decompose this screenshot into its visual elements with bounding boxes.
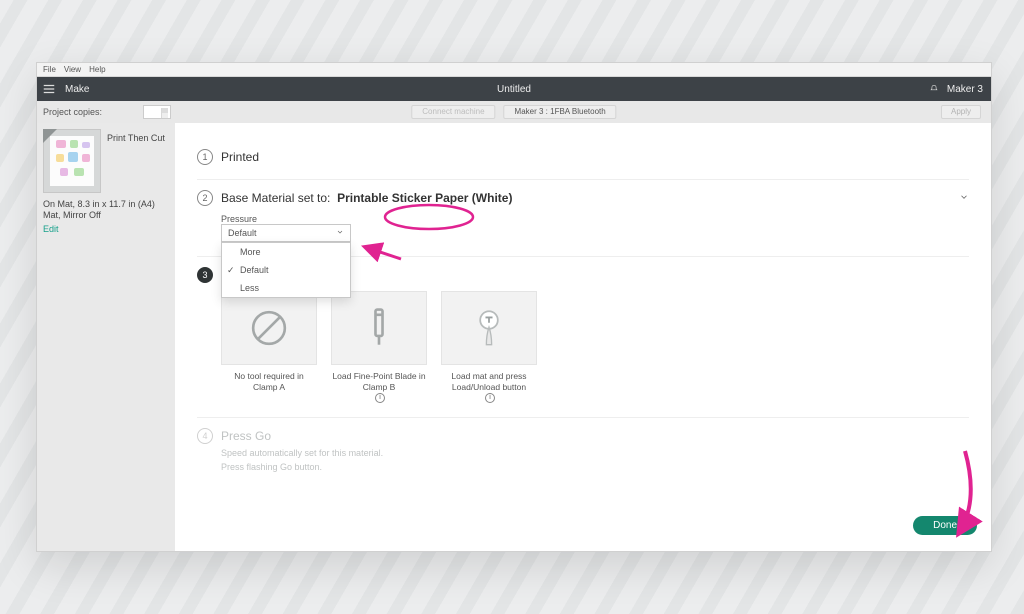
pressure-option-more[interactable]: More — [222, 243, 350, 261]
sub-header: Project copies: Apply Connect machine Ma… — [37, 101, 991, 123]
os-menubar: File View Help — [37, 63, 991, 77]
menu-file[interactable]: File — [43, 63, 56, 76]
pressure-option-less[interactable]: Less — [222, 279, 350, 297]
load-button-icon — [441, 291, 537, 365]
mat-meta: On Mat, 8.3 in x 11.7 in (A4) Mat, Mirro… — [43, 199, 169, 222]
app-body: Print Then Cut On Mat, 8.3 in x 11.7 in … — [37, 123, 991, 551]
step-4-sub2: Press flashing Go button. — [221, 462, 969, 472]
mode-label: Print Then Cut — [107, 133, 165, 193]
info-icon[interactable]: i — [375, 393, 385, 403]
step-4: 4 Press Go Speed automatically set for t… — [197, 418, 969, 486]
app-header: Make Untitled Maker 3 — [37, 77, 991, 101]
step-4-sub1: Speed automatically set for this materia… — [221, 448, 969, 458]
main-panel: 1 Printed 2 Base Material set to: Printa… — [175, 123, 991, 551]
tool-clamp-b: Load Fine-Point Blade in Clamp Bi — [331, 291, 427, 403]
step-2-title: Base Material set to: Printable Sticker … — [221, 191, 512, 205]
mat-preview — [43, 129, 101, 193]
tool-clamp-a: No tool required in Clamp A — [221, 291, 317, 403]
step-3-badge: 3 — [197, 267, 213, 283]
tool-load-mat-label: Load mat and press Load/Unload button — [441, 371, 537, 392]
pressure-dropdown: More ✓ Default Less — [221, 242, 351, 298]
machine-selector: Connect machine Maker 3 : 1FBA Bluetooth — [411, 105, 616, 119]
chevron-down-icon[interactable] — [959, 191, 969, 205]
pressure-option-default-label: Default — [240, 265, 269, 275]
project-copies-label: Project copies: — [37, 107, 102, 117]
pressure-label: Pressure — [221, 214, 969, 224]
tool-clamp-a-label: No tool required in Clamp A — [221, 371, 317, 392]
step-2-badge: 2 — [197, 190, 213, 206]
bell-icon[interactable] — [929, 84, 939, 94]
caret-down-icon — [336, 228, 344, 238]
mat-block[interactable]: Print Then Cut — [43, 129, 169, 193]
step-1-badge: 1 — [197, 149, 213, 165]
pressure-block: Pressure Default More ✓ Defa — [221, 214, 969, 242]
document-title: Untitled — [37, 84, 991, 95]
mat-edit-link[interactable]: Edit — [43, 224, 169, 234]
blade-icon — [331, 291, 427, 365]
app-window: File View Help Make Untitled Maker 3 Pro… — [36, 62, 992, 552]
tool-clamp-b-label: Load Fine-Point Blade in Clamp B — [331, 371, 427, 392]
step-2: 2 Base Material set to: Printable Sticke… — [197, 180, 969, 257]
apply-button[interactable]: Apply — [941, 105, 981, 119]
header-device-label[interactable]: Maker 3 — [947, 84, 983, 95]
step-4-badge: 4 — [197, 428, 213, 444]
no-tool-icon — [221, 291, 317, 365]
info-icon[interactable]: i — [485, 393, 495, 403]
step-1-title: Printed — [221, 150, 259, 164]
tool-load-mat: Load mat and press Load/Unload buttoni — [441, 291, 537, 403]
pressure-selected: Default — [228, 228, 257, 238]
sidebar: Print Then Cut On Mat, 8.3 in x 11.7 in … — [37, 123, 175, 551]
pressure-select[interactable]: Default More ✓ Default Less — [221, 224, 351, 242]
menu-view[interactable]: View — [64, 63, 81, 76]
step-1: 1 Printed — [197, 139, 969, 180]
project-copies-stepper[interactable] — [143, 105, 171, 119]
done-button[interactable]: Done — [913, 516, 977, 535]
step-2-prefix: Base Material set to: — [221, 191, 330, 205]
menu-help[interactable]: Help — [89, 63, 105, 76]
selected-machine-button[interactable]: Maker 3 : 1FBA Bluetooth — [504, 105, 617, 119]
step-4-title: Press Go — [221, 429, 271, 443]
connect-machine-button[interactable]: Connect machine — [411, 105, 495, 119]
step-2-material: Printable Sticker Paper (White) — [337, 191, 512, 205]
pressure-option-default[interactable]: ✓ Default — [222, 261, 350, 279]
check-icon: ✓ — [227, 265, 235, 276]
